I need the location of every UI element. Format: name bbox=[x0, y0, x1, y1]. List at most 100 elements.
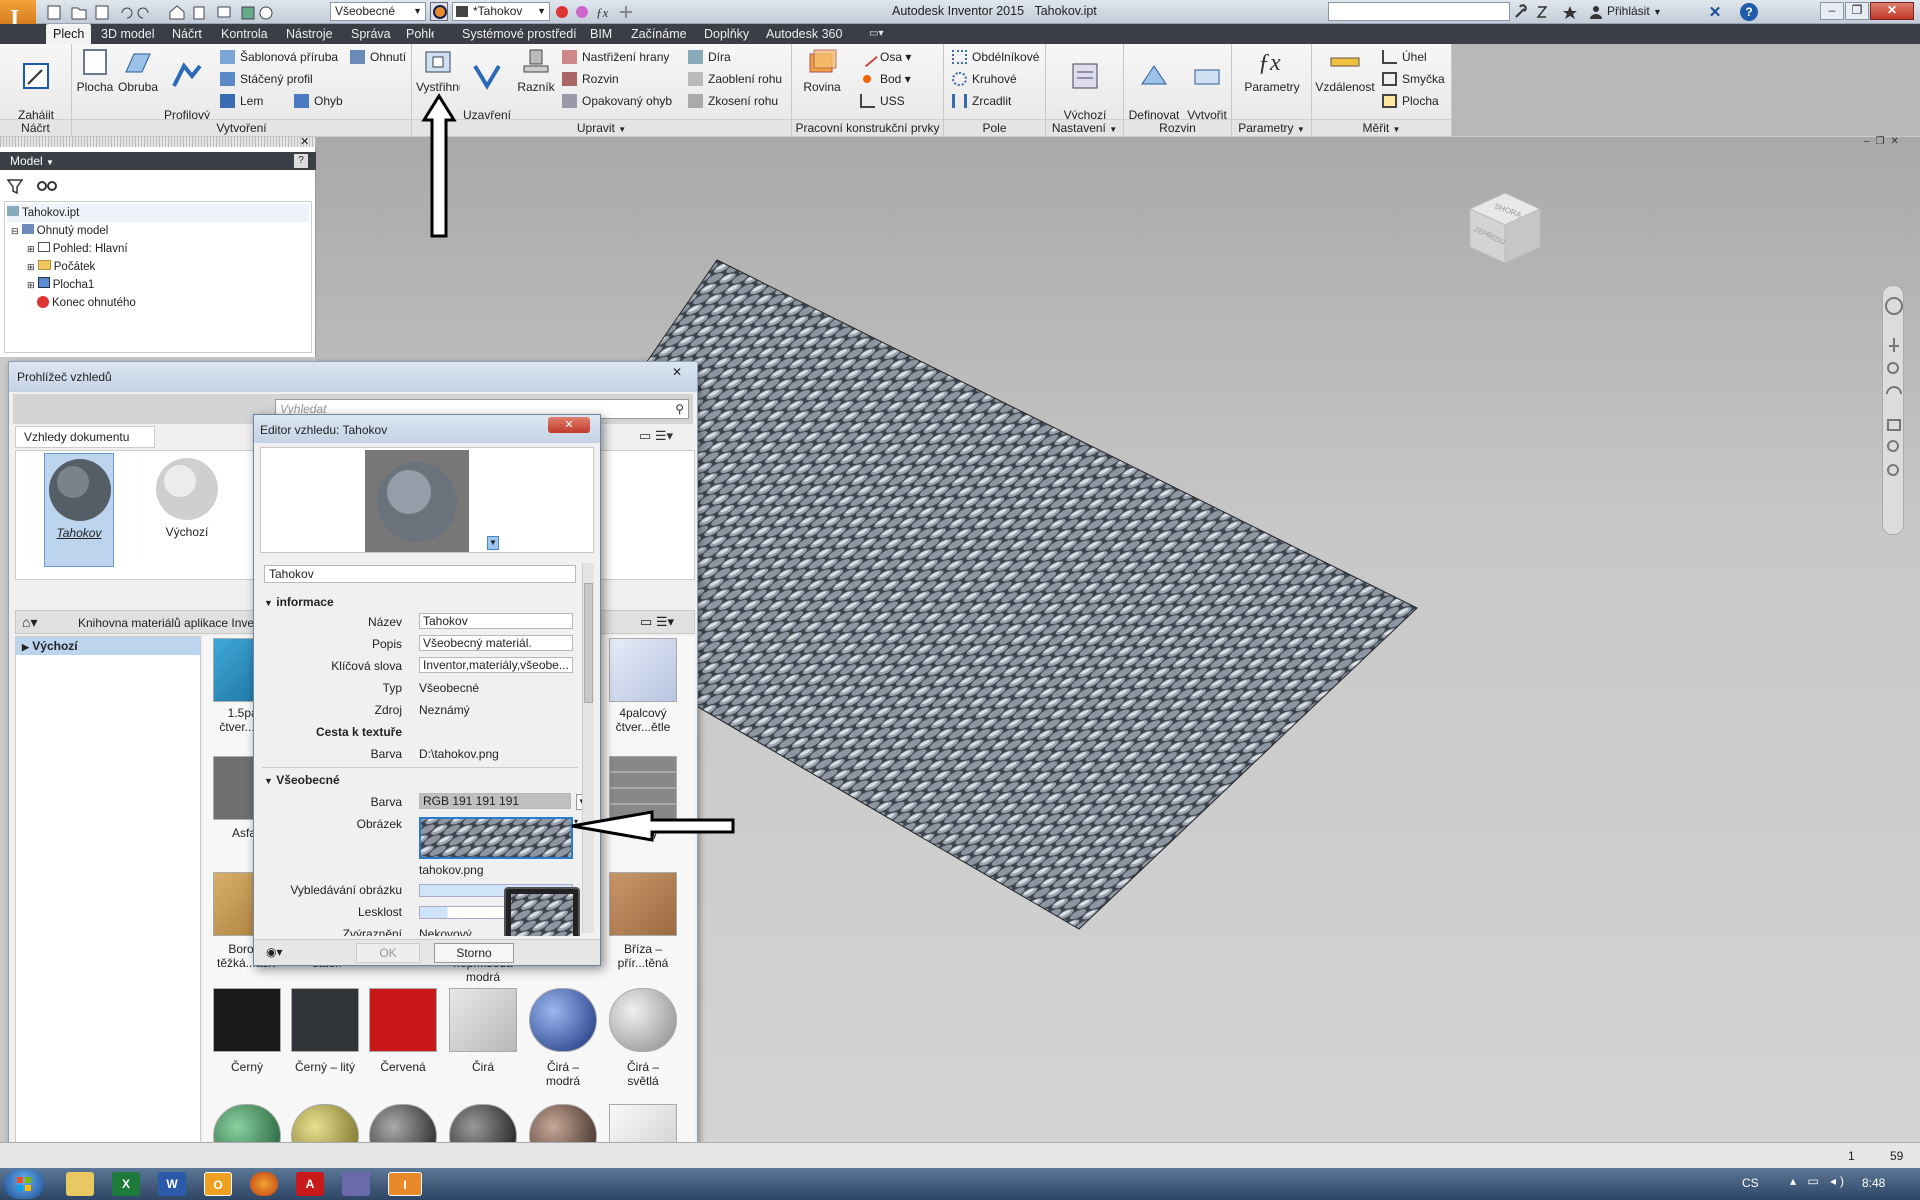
refold-button[interactable]: Opakovaný ohyb bbox=[562, 92, 672, 110]
ok-button[interactable]: OK bbox=[356, 943, 420, 963]
doc-appearance-vychozi[interactable]: Výchozí bbox=[152, 453, 222, 567]
document-appearances-header[interactable]: Vzhledy dokumentu bbox=[15, 426, 155, 448]
face-button[interactable]: Plocha bbox=[74, 46, 116, 94]
point-button[interactable]: Bod ▾ bbox=[860, 70, 911, 88]
tree-item-end-of-folded[interactable]: Konec ohnutého bbox=[37, 294, 136, 312]
highlights-value[interactable]: Nekovový bbox=[419, 925, 472, 936]
panel-nastaveni-label[interactable]: Nastavení ▼ bbox=[1046, 119, 1123, 136]
tree-item-folded-model[interactable]: ⊟ Ohnutý model bbox=[11, 222, 108, 240]
style-dropdown[interactable]: Všeobecné ▼ bbox=[330, 2, 426, 21]
appearance-editor-close-button[interactable]: ✕ bbox=[548, 417, 590, 433]
tree-item-view[interactable]: ⊞ Pohled: Hlavní bbox=[27, 240, 128, 258]
keywords-field[interactable]: Inventor,materiály,všeobe... bbox=[419, 657, 573, 673]
flange-button[interactable]: Obruba bbox=[116, 46, 160, 94]
library-swatch[interactable] bbox=[213, 988, 281, 1052]
plane-button[interactable]: Rovina bbox=[794, 46, 850, 94]
firefox-taskbar-icon[interactable] bbox=[250, 1172, 278, 1196]
unfold-button[interactable]: Rozvin bbox=[562, 70, 619, 88]
corner-round-button[interactable]: Zaoblení rohu bbox=[688, 70, 782, 88]
ucs-button[interactable]: USS bbox=[860, 92, 905, 110]
library-swatch[interactable] bbox=[369, 988, 437, 1052]
maximize-button[interactable]: ❐ bbox=[1845, 2, 1869, 20]
appearance-editor-titlebar[interactable]: Editor vzhledu: Tahokov ✕ bbox=[254, 415, 600, 443]
qat-extra-tools[interactable]: ƒx bbox=[554, 3, 664, 21]
punch-button[interactable]: Razník bbox=[514, 46, 558, 94]
section-general-header[interactable]: ▼ Všeobecné bbox=[264, 773, 340, 787]
explorer-taskbar-icon[interactable] bbox=[66, 1172, 94, 1196]
appearance-browser-close-button[interactable]: ✕ bbox=[663, 365, 691, 381]
help-search-input[interactable] bbox=[1328, 2, 1510, 21]
library-swatch[interactable] bbox=[529, 988, 597, 1052]
clock[interactable]: 8:48 bbox=[1862, 1176, 1885, 1190]
library-view-toggles[interactable]: ▭ ☰▾ bbox=[640, 614, 674, 630]
parameters-button[interactable]: ƒx Parametry bbox=[1236, 46, 1308, 94]
rip-button[interactable]: Nastřižení hrany bbox=[562, 48, 669, 66]
library-tree-item-default[interactable]: ▶ Výchozí bbox=[16, 637, 200, 655]
ribbon-options-icon[interactable]: ▭▾ bbox=[862, 24, 890, 44]
tab-autodesk-360[interactable]: Autodesk 360 bbox=[759, 24, 849, 44]
infocenter-icons[interactable] bbox=[1512, 3, 1622, 21]
measure-loop-button[interactable]: Smyčka bbox=[1382, 70, 1445, 88]
hem-button[interactable]: Lem bbox=[220, 92, 263, 110]
tray-icons[interactable]: ▴ ▭ ◂) bbox=[1790, 1174, 1848, 1188]
start-button[interactable] bbox=[4, 1169, 44, 1199]
hole-button[interactable]: Díra bbox=[688, 48, 731, 66]
library-swatch[interactable] bbox=[291, 988, 359, 1052]
fold-button[interactable]: Ohnutí bbox=[350, 48, 406, 66]
tab-3d-model[interactable]: 3D model bbox=[94, 24, 162, 44]
save-app-taskbar-icon[interactable] bbox=[342, 1172, 370, 1196]
description-field[interactable]: Všeobecný materiál. bbox=[419, 635, 573, 651]
browser-pane-grip[interactable] bbox=[0, 137, 316, 147]
word-taskbar-icon[interactable]: W bbox=[158, 1172, 186, 1196]
tab-doplnky[interactable]: Doplňky bbox=[697, 24, 756, 44]
tab-bim[interactable]: BIM bbox=[583, 24, 619, 44]
editor-options-icon[interactable]: ◉▾ bbox=[266, 945, 283, 959]
image-texture-thumbnail[interactable] bbox=[419, 817, 573, 859]
library-swatch[interactable] bbox=[609, 988, 677, 1052]
contour-roll-button[interactable]: Stáčený profil bbox=[220, 70, 313, 88]
cancel-button[interactable]: Storno bbox=[434, 943, 514, 963]
preview-options-dropdown[interactable]: ▼ bbox=[487, 536, 499, 550]
tree-item-face1[interactable]: ⊞ Plocha1 bbox=[27, 276, 94, 294]
navigation-bar[interactable] bbox=[1882, 285, 1904, 535]
appearance-browser-titlebar[interactable]: Prohlížeč vzhledů ✕ bbox=[9, 362, 697, 392]
tree-item-root[interactable]: Tahokov.ipt bbox=[7, 204, 309, 222]
corner-chamfer-button[interactable]: Zkosení rohu bbox=[688, 92, 778, 110]
mirror-button[interactable]: Zrcadlit bbox=[952, 92, 1011, 110]
panel-parametry-label[interactable]: Parametry ▼ bbox=[1232, 119, 1311, 136]
axis-button[interactable]: Osa ▾ bbox=[857, 46, 911, 68]
browser-help-icon[interactable]: ? bbox=[294, 154, 308, 168]
help-button[interactable]: ? bbox=[1740, 3, 1758, 21]
circular-pattern-button[interactable]: Kruhové bbox=[952, 70, 1017, 88]
color-dropdown-button[interactable]: ▼ bbox=[576, 794, 582, 810]
browser-header[interactable]: Model ▼ ? bbox=[0, 152, 316, 170]
measure-area-button[interactable]: Plocha bbox=[1382, 92, 1439, 110]
language-indicator[interactable]: CS bbox=[1742, 1176, 1759, 1190]
editor-scroll-thumb[interactable] bbox=[584, 583, 593, 703]
doc-view-toggles[interactable]: ▭ ☰▾ bbox=[639, 428, 673, 444]
panel-upravit-label[interactable]: Upravit ▼ bbox=[412, 119, 791, 136]
library-swatch[interactable] bbox=[609, 872, 677, 936]
acrobat-taskbar-icon[interactable]: A bbox=[296, 1172, 324, 1196]
doc-appearance-tahokov[interactable]: Tahokov bbox=[44, 453, 114, 567]
section-info-header[interactable]: ▼ informace bbox=[264, 595, 334, 609]
minimize-button[interactable]: – bbox=[1820, 2, 1844, 20]
appearance-name-input[interactable]: Tahokov bbox=[264, 565, 576, 583]
viewport-window-controls[interactable]: –❐✕ bbox=[1864, 136, 1905, 147]
inventor-taskbar-icon[interactable]: I bbox=[388, 1172, 422, 1196]
excel-taskbar-icon[interactable]: X bbox=[112, 1172, 140, 1196]
tab-nacrt[interactable]: Náčrt bbox=[165, 24, 209, 44]
library-swatch[interactable] bbox=[609, 756, 677, 820]
library-home-icon[interactable]: ⌂▾ bbox=[22, 614, 37, 631]
tab-plech[interactable]: Plech bbox=[46, 24, 92, 44]
browser-close-icon[interactable]: ✕ bbox=[300, 135, 309, 148]
image-dropdown-button[interactable]: ▾ bbox=[574, 817, 582, 831]
outlook-taskbar-icon[interactable]: O bbox=[204, 1172, 232, 1196]
rectangular-pattern-button[interactable]: Obdélníkové bbox=[952, 48, 1039, 66]
lofted-flange-button[interactable]: Šablonová příruba bbox=[220, 48, 338, 66]
library-swatch[interactable] bbox=[449, 988, 517, 1052]
panel-merit-label[interactable]: Měřit ▼ bbox=[1312, 119, 1451, 136]
appearance-dropdown[interactable]: *Tahokov ▼ bbox=[452, 2, 550, 21]
library-swatch[interactable] bbox=[609, 638, 677, 702]
tree-item-origin[interactable]: ⊞ Počátek bbox=[27, 258, 95, 276]
